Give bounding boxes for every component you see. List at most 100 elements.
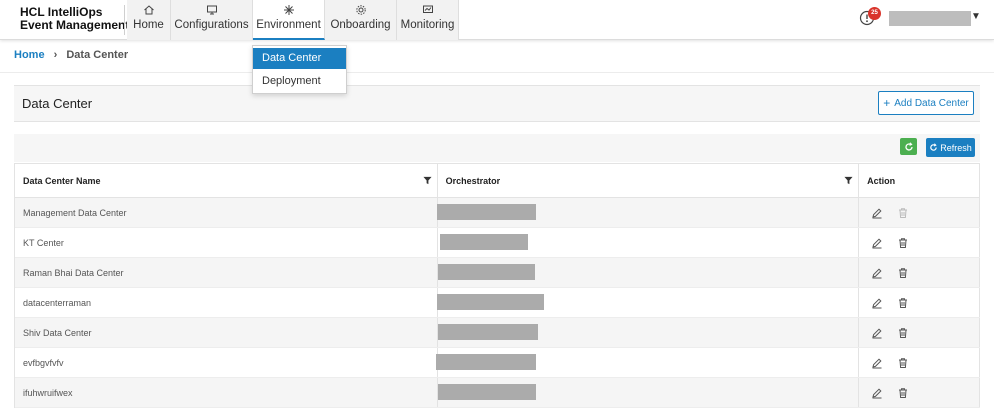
chevron-down-icon[interactable]: ▼: [971, 11, 981, 22]
table-row: Shiv Data Center: [15, 318, 980, 348]
plus-icon: +: [883, 96, 891, 110]
cell-data-center-name: ifuhwruifwex: [15, 378, 438, 407]
table-row: Management Data Center: [15, 198, 980, 228]
environment-icon: [283, 5, 294, 15]
nav-onboarding[interactable]: Onboarding: [325, 0, 397, 40]
cell-action: [859, 258, 980, 287]
cell-orchestrator: [436, 288, 860, 317]
table-body: Management Data Center KT Center Raman Bha…: [15, 198, 980, 408]
delete-icon[interactable]: [897, 237, 909, 249]
redacted-orchestrator: [436, 294, 544, 310]
header-orchestrator[interactable]: Orchestrator: [438, 164, 860, 197]
add-data-center-label: Add Data Center: [894, 97, 969, 109]
page-title: Data Center: [22, 96, 93, 111]
brand-logo[interactable]: HCL IntelliOps Event Management: [20, 6, 129, 32]
filter-icon[interactable]: [844, 176, 853, 185]
table-row: Raman Bhai Data Center: [15, 258, 980, 288]
user-menu[interactable]: [889, 11, 971, 26]
cell-orchestrator: [435, 348, 860, 377]
nav-home[interactable]: Home: [127, 0, 171, 40]
cell-orchestrator: [437, 378, 860, 407]
cell-action: [859, 348, 980, 377]
nav-home-label: Home: [133, 19, 164, 31]
cell-orchestrator: [438, 228, 860, 257]
nav-environment-label: Environment: [256, 19, 321, 31]
breadcrumb-current: Data Center: [66, 49, 129, 61]
add-data-center-button[interactable]: + Add Data Center: [878, 91, 974, 115]
delete-icon[interactable]: [897, 357, 909, 369]
brand-line2: Event Management: [20, 18, 130, 32]
chevron-right-icon: ›: [53, 49, 58, 61]
dropdown-item-deployment[interactable]: Deployment: [253, 71, 346, 92]
cell-action: [859, 318, 980, 347]
cell-orchestrator: [436, 198, 860, 227]
table-row: ifuhwruifwex: [15, 378, 980, 408]
home-icon: [143, 5, 154, 15]
cell-data-center-name: Shiv Data Center: [15, 318, 438, 347]
breadcrumb-home[interactable]: Home: [14, 49, 45, 61]
edit-icon[interactable]: [871, 387, 883, 399]
cell-data-center-name: Raman Bhai Data Center: [15, 258, 438, 287]
config-icon: [206, 5, 217, 15]
nav-configurations[interactable]: Configurations: [171, 0, 253, 40]
header-data-center-name[interactable]: Data Center Name: [15, 164, 438, 197]
header-data-center-name-label: Data Center Name: [23, 175, 101, 186]
cell-action: [859, 228, 980, 257]
edit-icon[interactable]: [871, 327, 883, 339]
table-toolbar: Refresh: [14, 134, 980, 162]
nav-environment[interactable]: Environment: [253, 0, 325, 40]
refresh-button[interactable]: Refresh: [926, 138, 975, 157]
breadcrumb: Home › Data Center: [14, 49, 128, 61]
data-center-table: Data Center Name Orchestrator Action Man…: [14, 163, 980, 408]
cell-data-center-name: evfbgvfvfv: [15, 348, 438, 377]
edit-icon[interactable]: [871, 237, 883, 249]
panel-header: Data Center + Add Data Center: [14, 85, 980, 122]
cell-orchestrator: [437, 258, 860, 287]
filter-icon[interactable]: [423, 176, 432, 185]
table-row: KT Center: [15, 228, 980, 258]
breadcrumb-divider: [0, 72, 994, 73]
edit-icon[interactable]: [871, 267, 883, 279]
delete-icon[interactable]: [897, 387, 909, 399]
edit-icon[interactable]: [871, 357, 883, 369]
edit-icon[interactable]: [871, 297, 883, 309]
table-header: Data Center Name Orchestrator Action: [15, 163, 980, 198]
refresh-icon: [930, 143, 938, 151]
nav-monitoring-label: Monitoring: [400, 19, 455, 31]
redacted-orchestrator: [436, 204, 536, 220]
redacted-orchestrator: [437, 324, 538, 340]
refresh-label: Refresh: [940, 142, 972, 153]
redacted-orchestrator: [435, 354, 536, 370]
delete-icon[interactable]: [897, 297, 909, 309]
nav-monitoring[interactable]: Monitoring: [397, 0, 459, 40]
nav-configurations-label: Configurations: [174, 19, 249, 31]
delete-icon[interactable]: [897, 327, 909, 339]
dropdown-item-data-center[interactable]: Data Center: [253, 48, 346, 69]
redacted-orchestrator: [437, 384, 536, 400]
top-navbar: HCL IntelliOps Event Management Home Con…: [0, 0, 994, 40]
brand-divider: [124, 5, 125, 35]
cell-data-center-name: Management Data Center: [15, 198, 438, 227]
cell-action: [859, 288, 980, 317]
reset-button[interactable]: [900, 138, 917, 155]
reset-icon: [904, 141, 913, 151]
header-action: Action: [859, 164, 980, 197]
alert-count-badge: 25: [868, 7, 881, 20]
cell-data-center-name: datacenterraman: [15, 288, 438, 317]
cell-action: [859, 198, 980, 227]
gear-icon: [355, 5, 366, 15]
edit-icon[interactable]: [871, 207, 883, 219]
delete-icon[interactable]: [897, 207, 909, 219]
redacted-orchestrator: [437, 264, 535, 280]
delete-icon[interactable]: [897, 267, 909, 279]
nav-onboarding-label: Onboarding: [330, 19, 391, 31]
table-row: datacenterraman: [15, 288, 980, 318]
monitor-icon: [422, 5, 433, 13]
header-orchestrator-label: Orchestrator: [445, 175, 501, 186]
environment-dropdown: Data Center Deployment: [252, 45, 347, 94]
cell-orchestrator: [437, 318, 860, 347]
cell-data-center-name: KT Center: [15, 228, 438, 257]
redacted-orchestrator: [439, 234, 528, 250]
table-row: evfbgvfvfv: [15, 348, 980, 378]
cell-action: [859, 378, 980, 407]
